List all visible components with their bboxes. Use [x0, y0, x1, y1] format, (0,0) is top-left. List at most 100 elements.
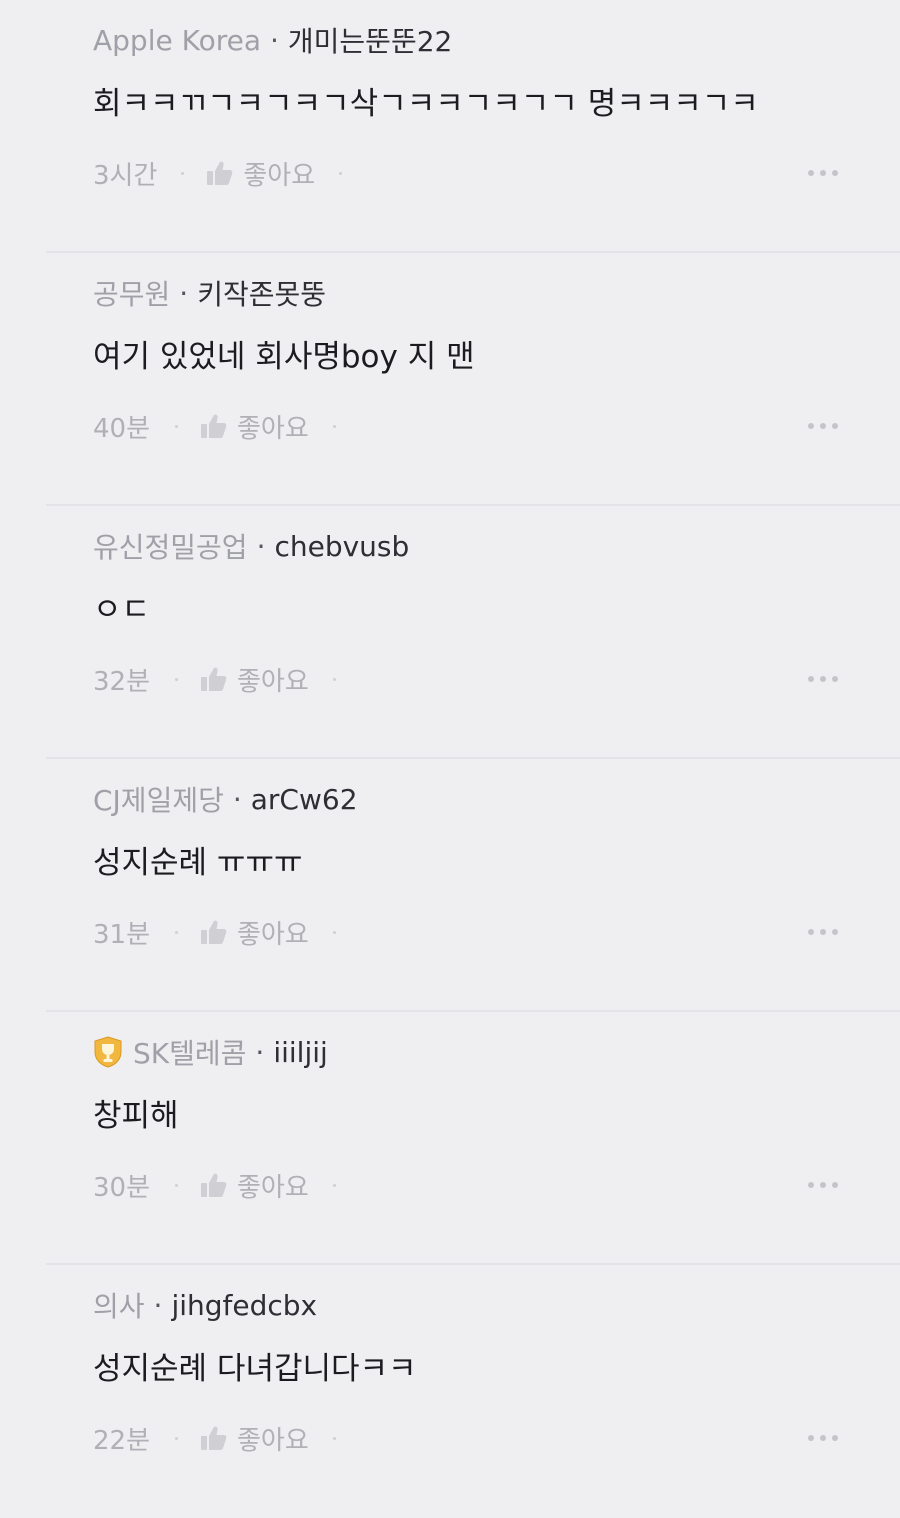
- more-dot: [832, 170, 838, 176]
- action-separator: [175, 677, 178, 681]
- action-separator: [332, 1436, 336, 1440]
- more-options-button[interactable]: [808, 670, 838, 688]
- comment-time: 40분: [93, 413, 151, 444]
- more-dot: [820, 1182, 826, 1188]
- comment-time: 3시간: [93, 160, 158, 191]
- meta-separator: ·: [232, 782, 242, 816]
- author-nickname[interactable]: arCw62: [251, 783, 358, 816]
- comment-item: 유신정밀공업 · chebvusb ㅇㄷ 32분 좋아요: [0, 506, 900, 759]
- comment-time: 32분: [93, 666, 151, 697]
- company-name[interactable]: Apple Korea: [93, 24, 261, 57]
- meta-separator: ·: [179, 276, 189, 310]
- meta-separator: ·: [255, 1035, 265, 1069]
- comment-time: 30분: [93, 1172, 151, 1203]
- thumbs-up-icon: [201, 667, 227, 691]
- company-name[interactable]: 유신정밀공업: [93, 526, 248, 566]
- thumbs-up-icon: [201, 920, 227, 944]
- comment-meta: Apple Korea · 개미는뚠뚠22: [93, 20, 452, 60]
- action-separator: [332, 1183, 336, 1187]
- more-options-button[interactable]: [808, 1429, 838, 1447]
- more-options-button[interactable]: [808, 1176, 838, 1194]
- more-dot: [832, 676, 838, 682]
- comment-actions: 32분 좋아요: [93, 661, 838, 697]
- thumbs-up-icon: [201, 414, 227, 438]
- author-nickname[interactable]: 키작존못뚱: [197, 273, 326, 313]
- like-button[interactable]: 좋아요: [206, 155, 315, 192]
- more-dot: [808, 676, 814, 682]
- comment-item: 공무원 · 키작존못뚱 여기 있었네 회사명boy 지 맨 40분 좋아요: [0, 253, 900, 506]
- more-dot: [820, 676, 826, 682]
- like-label: 좋아요: [237, 413, 309, 444]
- more-options-button[interactable]: [808, 164, 838, 182]
- action-separator: [175, 424, 178, 428]
- more-dot: [808, 1182, 814, 1188]
- comment-actions: 30분 좋아요: [93, 1167, 838, 1203]
- like-button[interactable]: 좋아요: [200, 408, 309, 445]
- company-name[interactable]: 의사: [93, 1285, 145, 1325]
- comment-item: 의사 · jihgfedcbx 성지순례 다녀갑니다ㅋㅋ 22분 좋아요: [0, 1265, 900, 1518]
- thumbs-up-icon: [207, 161, 233, 185]
- like-label: 좋아요: [237, 919, 309, 950]
- comment-text: 성지순례 다녀갑니다ㅋㅋ: [93, 1351, 417, 1387]
- comment-list: Apple Korea · 개미는뚠뚠22 회ㅋㅋㄲㄱㅋㄱㅋㄱ삭ㄱㅋㅋㄱㅋㄱㄱ …: [0, 0, 900, 1518]
- comment-text: 여기 있었네 회사명boy 지 맨: [93, 339, 475, 375]
- action-separator: [332, 677, 336, 681]
- more-dot: [820, 170, 826, 176]
- more-dot: [820, 929, 826, 935]
- like-label: 좋아요: [243, 160, 316, 191]
- like-button[interactable]: 좋아요: [200, 661, 309, 698]
- thumbs-up-icon: [201, 1173, 227, 1197]
- comment-meta: CJ제일제당 · arCw62: [93, 779, 358, 819]
- comment-text: 성지순례 ㅠㅠㅠ: [93, 845, 303, 881]
- like-label: 좋아요: [237, 666, 309, 697]
- more-dot: [820, 1435, 826, 1441]
- meta-separator: ·: [270, 23, 279, 57]
- more-options-button[interactable]: [808, 417, 838, 435]
- action-separator: [175, 1436, 178, 1440]
- comment-actions: 3시간 좋아요: [93, 155, 838, 191]
- comment-meta: SK텔레콤 · iiiljij: [93, 1034, 328, 1070]
- comment-meta: 의사 · jihgfedcbx: [93, 1285, 317, 1325]
- comment-text: 창피해: [93, 1098, 179, 1134]
- comment-time: 31분: [93, 919, 151, 950]
- action-separator: [175, 930, 178, 934]
- more-dot: [832, 423, 838, 429]
- more-dot: [832, 1182, 838, 1188]
- like-button[interactable]: 좋아요: [200, 1420, 309, 1457]
- author-nickname[interactable]: chebvusb: [274, 530, 409, 563]
- comment-meta: 유신정밀공업 · chebvusb: [93, 526, 409, 566]
- comment-item: Apple Korea · 개미는뚠뚠22 회ㅋㅋㄲㄱㅋㄱㅋㄱ삭ㄱㅋㅋㄱㅋㄱㄱ …: [0, 0, 900, 253]
- trophy-badge-icon: [94, 1036, 122, 1068]
- more-options-button[interactable]: [808, 923, 838, 941]
- comment-text: 회ㅋㅋㄲㄱㅋㄱㅋㄱ삭ㄱㅋㅋㄱㅋㄱㄱ 명ㅋㅋㅋㄱㅋ: [93, 86, 759, 122]
- comment-meta: 공무원 · 키작존못뚱: [93, 273, 326, 313]
- company-name[interactable]: SK텔레콤: [133, 1032, 246, 1072]
- comment-item: CJ제일제당 · arCw62 성지순례 ㅠㅠㅠ 31분 좋아요: [0, 759, 900, 1012]
- like-label: 좋아요: [237, 1425, 309, 1456]
- author-nickname[interactable]: jihgfedcbx: [171, 1289, 317, 1322]
- author-nickname[interactable]: 개미는뚠뚠22: [288, 20, 452, 60]
- thumbs-up-icon: [201, 1426, 227, 1450]
- company-name[interactable]: 공무원: [93, 273, 170, 313]
- comment-actions: 22분 좋아요: [93, 1420, 838, 1456]
- comment-text: ㅇㄷ: [93, 592, 151, 628]
- more-dot: [808, 929, 814, 935]
- company-name[interactable]: CJ제일제당: [93, 779, 224, 819]
- more-dot: [832, 929, 838, 935]
- comment-time: 22분: [93, 1425, 151, 1456]
- meta-separator: ·: [153, 1288, 163, 1322]
- more-dot: [832, 1435, 838, 1441]
- meta-separator: ·: [256, 529, 266, 563]
- more-dot: [808, 1435, 814, 1441]
- author-nickname[interactable]: iiiljij: [273, 1036, 327, 1069]
- like-button[interactable]: 좋아요: [200, 914, 309, 951]
- like-button[interactable]: 좋아요: [200, 1167, 309, 1204]
- action-separator: [175, 1183, 178, 1187]
- action-separator: [332, 930, 336, 934]
- comment-actions: 40분 좋아요: [93, 408, 838, 444]
- more-dot: [808, 423, 814, 429]
- comment-actions: 31분 좋아요: [93, 914, 838, 950]
- action-separator: [339, 171, 343, 175]
- more-dot: [820, 423, 826, 429]
- more-dot: [808, 170, 814, 176]
